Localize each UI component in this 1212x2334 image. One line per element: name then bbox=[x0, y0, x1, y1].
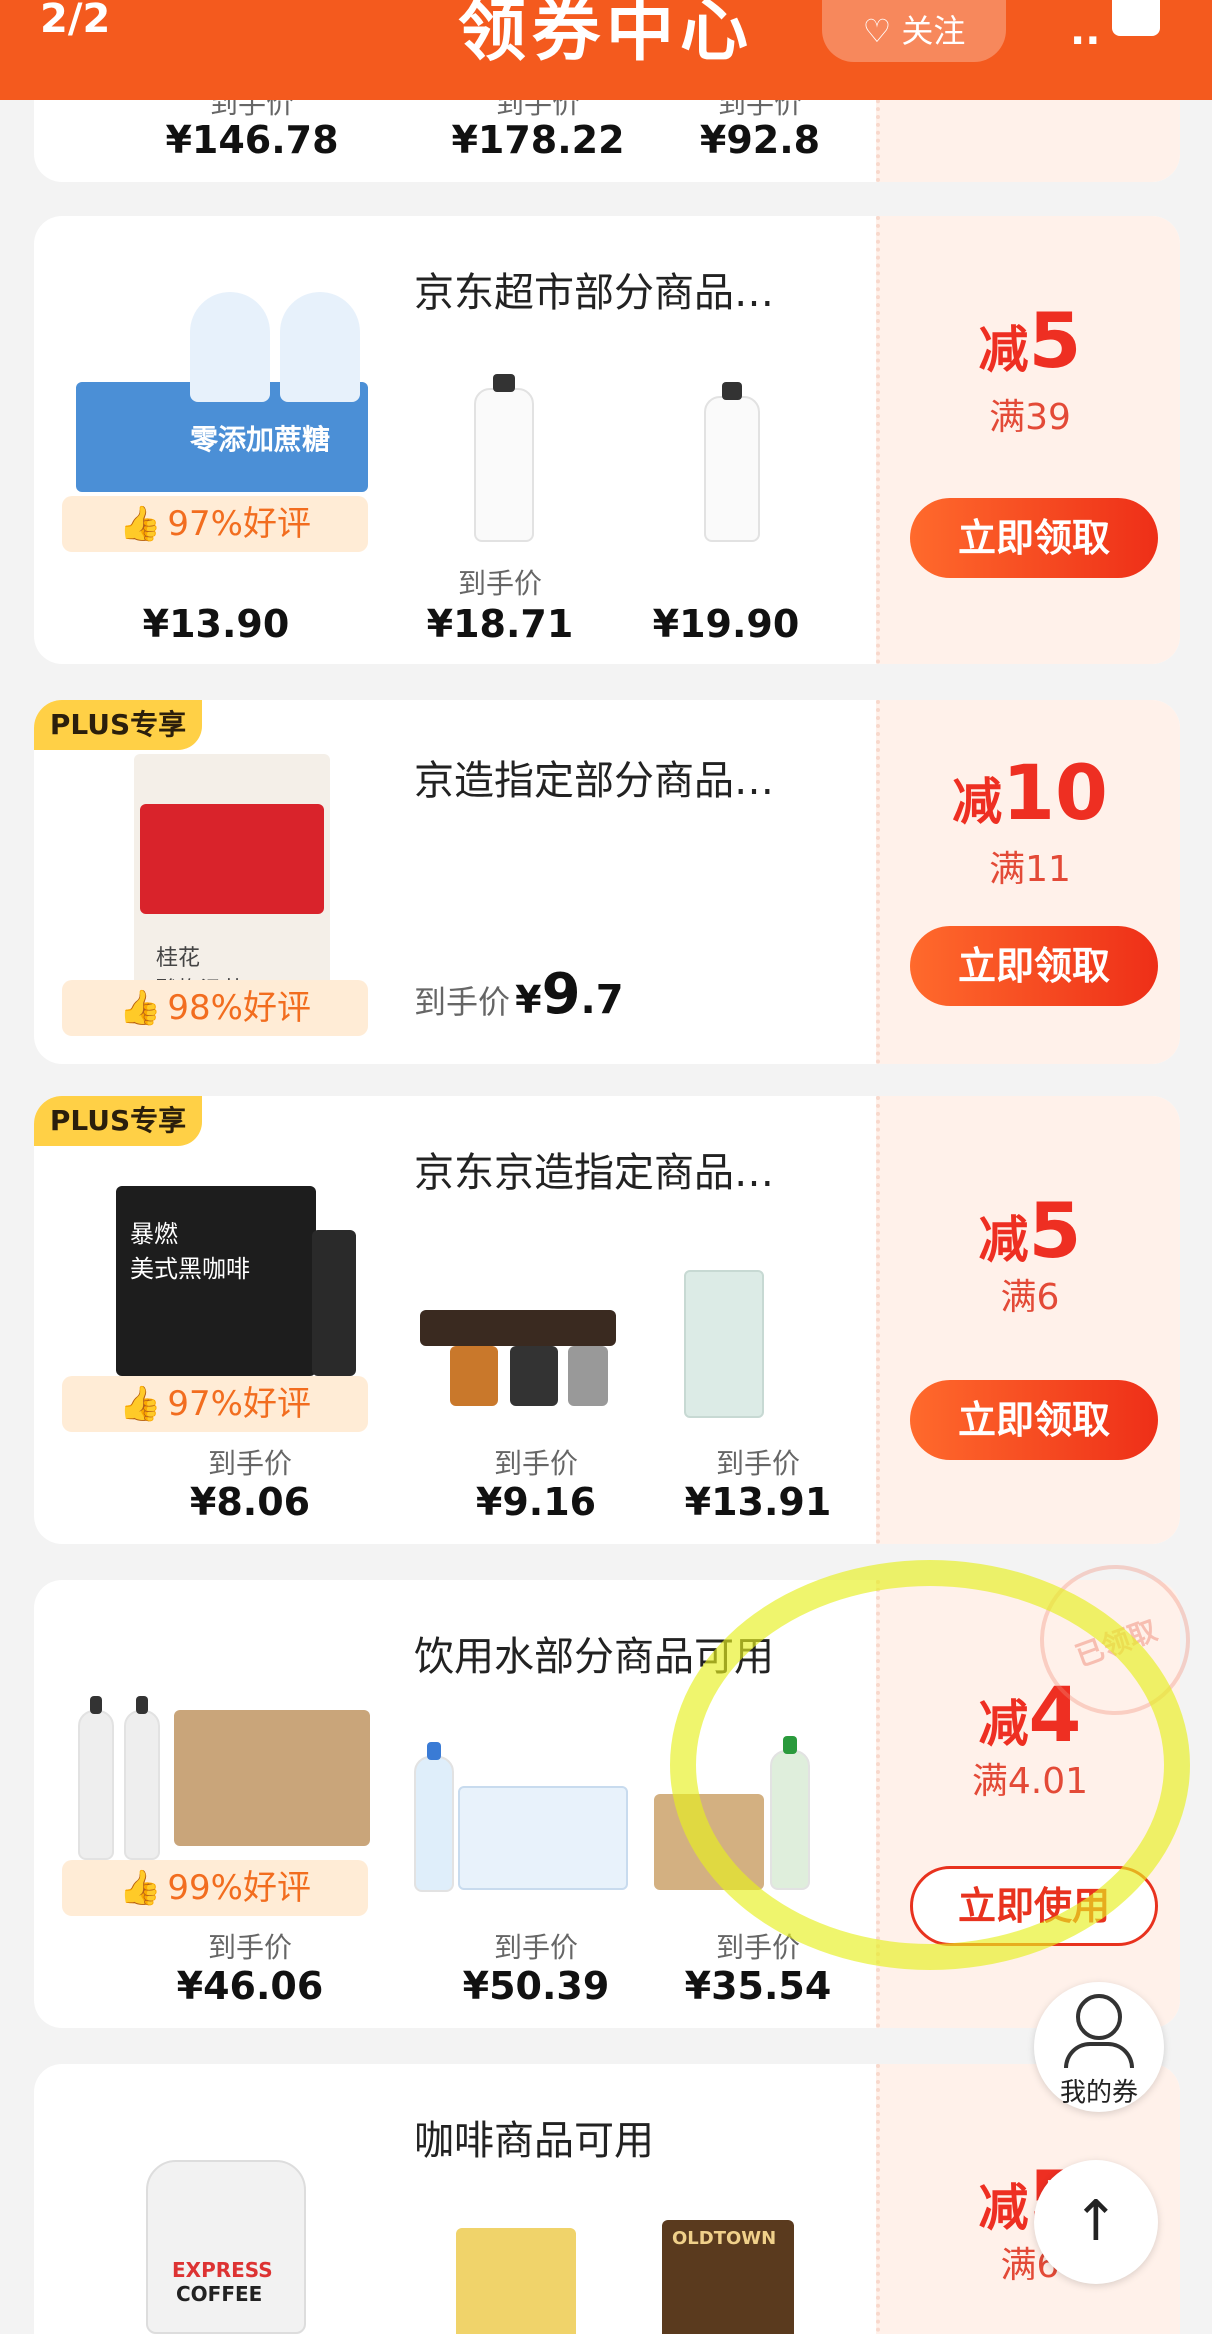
price-label: 到手价 bbox=[457, 567, 542, 600]
product-price: ¥50.39 bbox=[462, 1964, 610, 2008]
heart-plus-icon: ♡ bbox=[862, 12, 902, 50]
discount-amount: 减5 bbox=[978, 296, 1082, 385]
coupon-card[interactable]: PLUS专享 京东京造指定商品… 暴燃 美式黑咖啡 👍 97%好评 到手价 到手价 … bbox=[34, 1096, 1180, 1544]
rating-badge: 👍 97%好评 bbox=[62, 496, 368, 552]
more-icon[interactable]: ·· bbox=[1070, 18, 1100, 64]
coupon-side: 减5 满39 立即领取 bbox=[876, 216, 1180, 664]
product-image-coffee[interactable]: 暴燃 美式黑咖啡 bbox=[116, 1186, 366, 1376]
user-icon-body bbox=[1064, 2042, 1134, 2068]
thumb-up-icon: 👍 bbox=[119, 988, 162, 1028]
product-image-plum-drink[interactable]: 桂花酸梅汤茶 bbox=[134, 754, 330, 1003]
product-image-water-case[interactable] bbox=[414, 1742, 634, 1892]
header-bar: 2/2 领券中心 ♡ 关注 ·· bbox=[0, 0, 1212, 100]
share-icon[interactable] bbox=[1112, 0, 1160, 36]
product-price: ¥18.71 bbox=[426, 602, 574, 646]
plus-exclusive-badge: PLUS专享 bbox=[34, 1096, 202, 1146]
product-price: ¥92.8 bbox=[699, 118, 821, 162]
price-label: 到手价 bbox=[207, 1931, 292, 1964]
claim-button[interactable]: 立即领取 bbox=[910, 1380, 1158, 1460]
coupon-card[interactable]: 咖啡商品可用 EXPRESS COFFEE OLDTOWN 减5 满6 bbox=[34, 2064, 1180, 2334]
coupon-side: 减10 满11 立即领取 bbox=[876, 700, 1180, 1064]
claim-button[interactable]: 立即领取 bbox=[910, 498, 1158, 578]
price-label: 到手价 bbox=[493, 1447, 578, 1480]
product-image-yogurt[interactable]: 零添加蔗糖 bbox=[70, 292, 370, 492]
back-to-top-button[interactable]: ↑ bbox=[1034, 2160, 1158, 2284]
thumb-up-icon: 👍 bbox=[119, 504, 162, 544]
product-image-coffee-bag[interactable] bbox=[456, 2228, 576, 2334]
price-inline: 到手价 ¥9.7 bbox=[414, 962, 624, 1027]
follow-label: 关注 bbox=[901, 12, 966, 50]
rating-badge: 👍 98%好评 bbox=[62, 980, 368, 1036]
coupon-title: 京造指定部分商品… bbox=[414, 758, 774, 804]
price-label: 到手价 bbox=[715, 1447, 800, 1480]
product-price: ¥13.90 bbox=[142, 602, 290, 646]
follow-button[interactable]: ♡ 关注 bbox=[822, 0, 1006, 62]
coupon-title: 咖啡商品可用 bbox=[414, 2118, 654, 2164]
thumb-up-icon: 👍 bbox=[119, 1384, 162, 1424]
product-price: ¥46.06 bbox=[176, 1964, 324, 2008]
product-price: ¥13.91 bbox=[684, 1480, 832, 1524]
product-image-express-coffee[interactable]: EXPRESS COFFEE bbox=[146, 2160, 306, 2334]
discount-amount: 减10 bbox=[952, 748, 1108, 837]
price-label: 到手价 bbox=[207, 1447, 292, 1480]
rating-badge: 👍 97%好评 bbox=[62, 1376, 368, 1432]
claim-button[interactable]: 立即领取 bbox=[910, 926, 1158, 1006]
user-icon bbox=[1076, 1994, 1122, 2040]
discount-condition: 满11 bbox=[989, 849, 1071, 890]
product-image-milk[interactable] bbox=[474, 372, 534, 542]
product-price: ¥146.78 bbox=[165, 118, 339, 162]
discount-amount: 减5 bbox=[978, 1186, 1082, 1275]
highlight-circle bbox=[670, 1560, 1190, 1970]
page-title: 领券中心 bbox=[457, 0, 754, 71]
product-image-water-box[interactable] bbox=[78, 1690, 378, 1866]
product-image-tea[interactable] bbox=[684, 1270, 764, 1418]
product-image-oldtown-coffee[interactable]: OLDTOWN bbox=[662, 2220, 794, 2334]
discount-condition: 满6 bbox=[1000, 1277, 1060, 1318]
product-price: ¥35.54 bbox=[684, 1964, 832, 2008]
my-coupons-button[interactable]: 我的券 bbox=[1034, 1982, 1164, 2112]
plus-exclusive-badge: PLUS专享 bbox=[34, 700, 202, 750]
rating-badge: 👍 99%好评 bbox=[62, 1860, 368, 1916]
coupon-card[interactable]: PLUS专享 京造指定部分商品… 桂花酸梅汤茶 👍98%好评 到手价 ¥9.7 … bbox=[34, 700, 1180, 1064]
product-price: ¥178.22 bbox=[451, 118, 625, 162]
product-image-milk[interactable] bbox=[704, 380, 760, 542]
product-price: ¥19.90 bbox=[652, 602, 800, 646]
product-price: ¥9.16 bbox=[475, 1480, 597, 1524]
product-image-coffee-set[interactable] bbox=[420, 1310, 616, 1406]
coupon-side: 减5 满6 立即领取 bbox=[876, 1096, 1180, 1544]
coupon-title: 京东超市部分商品… bbox=[414, 270, 774, 316]
coupon-title: 京东京造指定商品… bbox=[414, 1150, 774, 1196]
discount-condition: 满39 bbox=[989, 397, 1071, 438]
thumb-up-icon: 👍 bbox=[119, 1868, 162, 1908]
product-price: ¥8.06 bbox=[189, 1480, 311, 1524]
coupon-card[interactable]: 京东超市部分商品… 零添加蔗糖 👍 97%好评 到手价 ¥13.90 ¥18.71… bbox=[34, 216, 1180, 664]
price-label: 到手价 bbox=[493, 1931, 578, 1964]
my-coupons-label: 我的券 bbox=[1059, 2078, 1138, 2108]
